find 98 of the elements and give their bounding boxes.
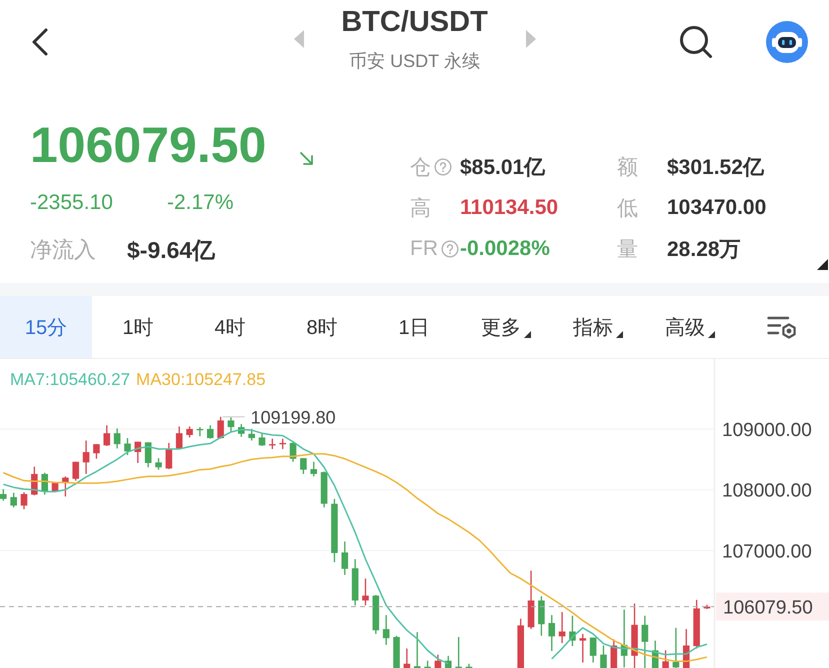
interval-tab[interactable]: 15分 <box>0 296 92 358</box>
candle <box>41 472 48 495</box>
stat-label: 高 <box>410 196 431 222</box>
candle <box>590 638 596 663</box>
candle <box>72 462 80 481</box>
candle <box>424 660 431 668</box>
stat-value: 28.28万 <box>667 236 741 262</box>
legend-label: MA7:105460.27 <box>10 370 130 389</box>
candle <box>693 600 700 649</box>
price-change: -2355.10 <box>30 191 114 215</box>
stat-value: 110134.50 <box>460 196 558 220</box>
candle <box>0 489 7 501</box>
stat-value: 103470.00 <box>667 196 766 220</box>
candle <box>144 442 152 468</box>
candle <box>414 632 421 668</box>
candle <box>134 442 142 464</box>
candle <box>269 438 276 450</box>
candle <box>31 466 38 496</box>
candle <box>444 656 452 668</box>
candle <box>114 428 120 448</box>
candle <box>310 462 318 476</box>
candle <box>186 426 193 438</box>
candle <box>104 425 110 446</box>
candle <box>382 615 390 645</box>
candle <box>196 427 204 436</box>
candle <box>642 616 648 668</box>
stat-value: $85.01亿 <box>460 154 546 180</box>
candle <box>206 425 214 439</box>
candle <box>217 416 224 439</box>
candle <box>662 650 669 668</box>
candle <box>569 616 576 646</box>
candle <box>290 442 296 462</box>
candle <box>155 458 162 470</box>
candle <box>362 578 369 606</box>
candle <box>538 596 545 636</box>
last-price: 106079.50 <box>30 116 266 174</box>
candle <box>279 438 286 450</box>
candle <box>631 604 638 668</box>
candle <box>404 648 410 668</box>
candle <box>176 426 183 450</box>
candle <box>166 442 172 470</box>
candle <box>466 664 472 668</box>
price-change-percent: -2.17% <box>167 191 234 215</box>
robot-avatar-icon[interactable] <box>766 21 808 63</box>
candle <box>600 646 607 668</box>
candle <box>704 604 710 609</box>
candle <box>528 570 534 630</box>
net-inflow-label: 净流入 <box>30 236 97 264</box>
candle <box>124 438 131 456</box>
candle <box>20 492 28 510</box>
axis-label: 108000.00 <box>722 480 812 502</box>
candle <box>372 595 380 634</box>
net-inflow-value: $-9.64亿 <box>127 236 216 264</box>
candle <box>82 440 90 474</box>
candle <box>672 628 680 668</box>
candle <box>517 618 524 668</box>
pair-subtitle: 币安 USDT 永续 <box>349 50 480 73</box>
stat-label: FR <box>410 236 438 260</box>
candle <box>228 417 234 432</box>
pair-title: BTC/USDT <box>341 5 488 39</box>
legend-label: MA30:105247.85 <box>136 370 266 389</box>
ref-line-label: 106079.50 <box>723 597 813 618</box>
candle <box>300 458 307 474</box>
candle <box>258 433 266 446</box>
stat-label: 仓 <box>410 154 431 180</box>
candle <box>393 636 400 668</box>
stat-label: 量 <box>617 236 638 262</box>
candle <box>580 634 586 663</box>
settings-icon[interactable] <box>767 315 797 339</box>
candle <box>548 615 556 651</box>
stat-label: 额 <box>617 154 638 180</box>
candle <box>342 541 348 575</box>
candle <box>434 654 442 668</box>
candle <box>352 559 358 606</box>
high-price-label: 109199.80 <box>250 407 336 428</box>
candle <box>248 428 255 440</box>
candle <box>652 640 659 668</box>
candle <box>320 472 328 508</box>
candle <box>93 444 100 459</box>
candle <box>238 424 245 437</box>
axis-label: 109000.00 <box>722 420 812 441</box>
candle <box>620 610 628 668</box>
candle <box>682 629 690 668</box>
leader-line <box>222 416 245 418</box>
candle <box>331 498 338 562</box>
candle <box>558 612 566 644</box>
candle <box>455 636 462 668</box>
axis-label: 107000.00 <box>722 541 812 562</box>
stat-value: $301.52亿 <box>667 154 764 180</box>
candle <box>62 476 69 496</box>
search-icon[interactable] <box>679 25 713 59</box>
candle <box>10 492 17 508</box>
back-icon[interactable] <box>30 27 50 57</box>
stat-value: -0.0028% <box>460 236 550 260</box>
stat-label: 低 <box>617 196 638 222</box>
candle <box>610 639 618 668</box>
corner-triangle-icon[interactable] <box>817 259 828 270</box>
last-price-tag: 106079.50 <box>716 592 829 621</box>
